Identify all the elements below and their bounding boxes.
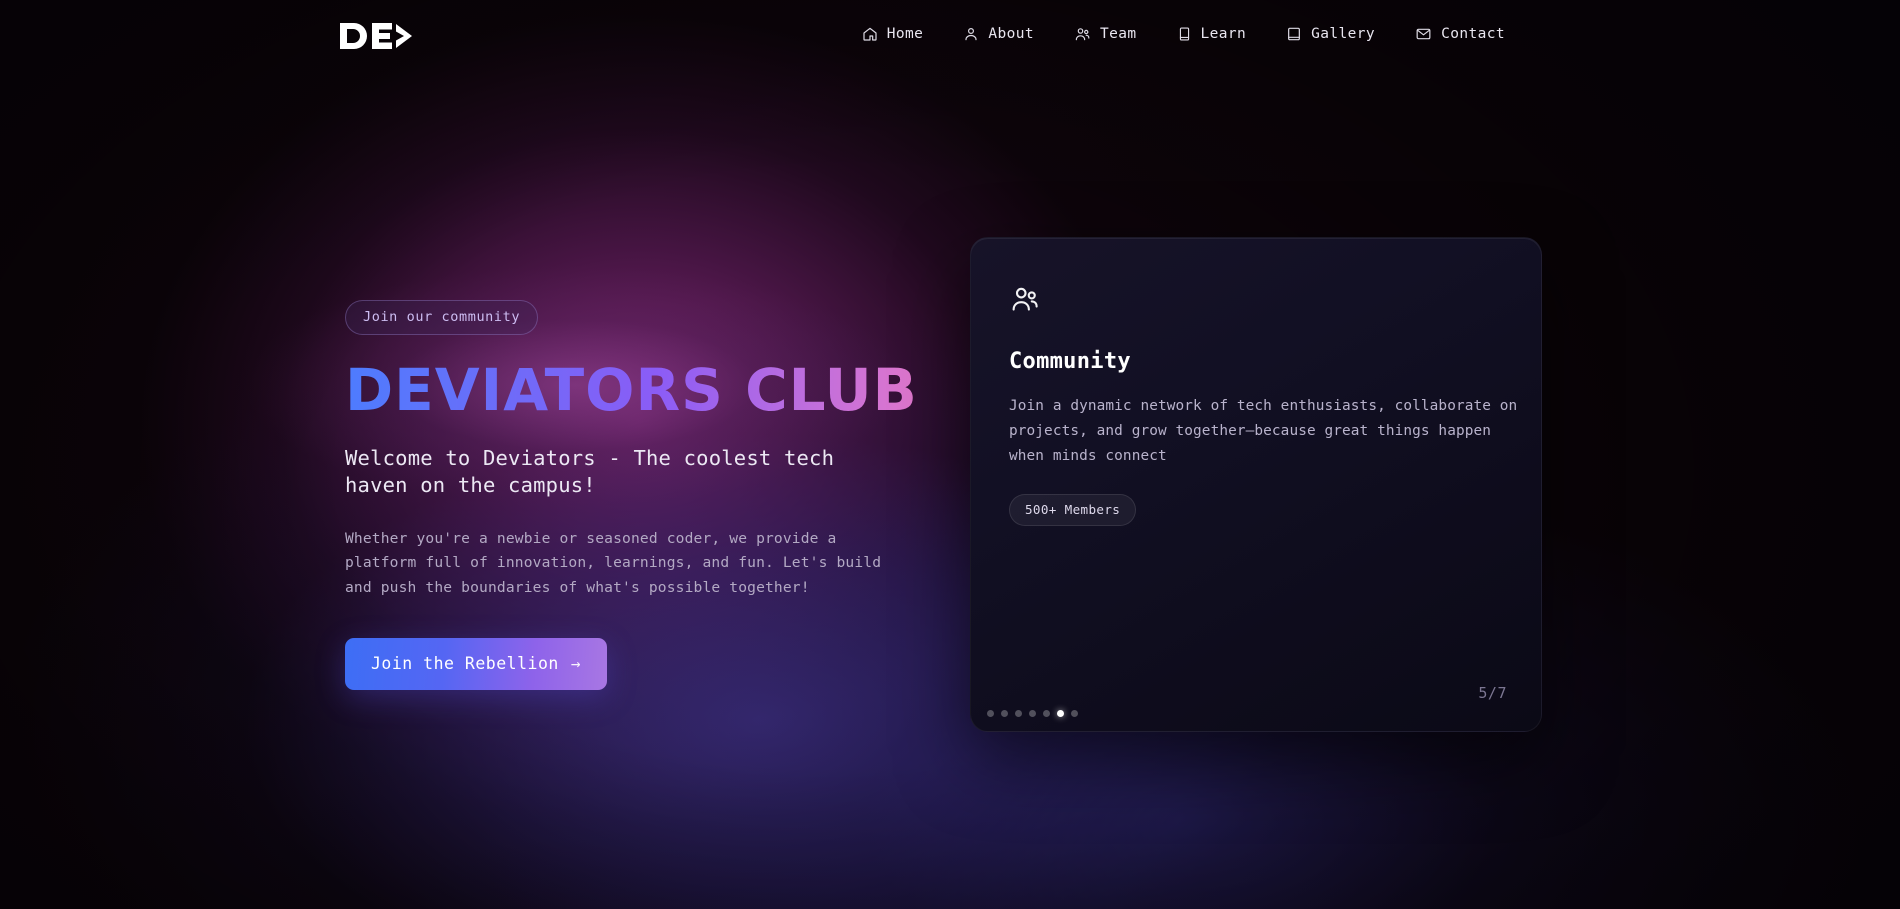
hero-description: Whether you're a newbie or seasoned code… bbox=[345, 530, 882, 596]
carousel-dot[interactable] bbox=[1015, 710, 1022, 717]
hero-subtitle: Welcome to Deviators - The coolest tech … bbox=[345, 446, 835, 498]
nav-item-contact[interactable]: Contact bbox=[1415, 26, 1505, 42]
hero-section: Join our community DEVIATORS CLUB Welcom… bbox=[345, 300, 945, 690]
hero-badge[interactable]: Join our community bbox=[345, 300, 539, 335]
nav-item-team-label: Team bbox=[1099, 26, 1137, 42]
carousel-dots[interactable] bbox=[987, 710, 1078, 717]
background-glow-violet bbox=[0, 0, 1900, 909]
brand-logo[interactable] bbox=[338, 21, 414, 51]
arrow-right-icon: → bbox=[570, 654, 581, 674]
book-icon bbox=[1177, 26, 1192, 42]
nav-item-team[interactable]: Team bbox=[1074, 26, 1137, 42]
main-navigation[interactable]: Home About Team Learn Gallery Contact bbox=[862, 26, 1505, 42]
users-icon bbox=[1009, 284, 1503, 314]
nav-item-gallery-label: Gallery bbox=[1311, 26, 1376, 42]
carousel-dot[interactable] bbox=[1043, 710, 1050, 717]
nav-item-gallery[interactable]: Gallery bbox=[1286, 26, 1375, 42]
page-title: DEVIATORS CLUB bbox=[345, 361, 945, 419]
feature-card-description: Join a dynamic network of tech enthusias… bbox=[1009, 398, 1518, 464]
nav-item-about[interactable]: About bbox=[963, 26, 1034, 42]
background-glow-magenta bbox=[0, 0, 1900, 909]
carousel-dot-active[interactable] bbox=[1057, 710, 1064, 717]
members-count-badge[interactable]: 500+ Members bbox=[1009, 494, 1137, 527]
carousel-counter: 5/7 bbox=[1478, 684, 1507, 702]
join-the-rebellion-button[interactable]: Join the Rebellion → bbox=[345, 637, 607, 690]
background-glow-blue bbox=[0, 0, 1900, 909]
feature-card-body: Community Join a dynamic network of tech… bbox=[971, 238, 1541, 731]
nav-item-learn[interactable]: Learn bbox=[1177, 26, 1247, 42]
nav-item-about-label: About bbox=[988, 26, 1034, 42]
de-chevron-logo-icon bbox=[338, 21, 414, 51]
nav-item-learn-label: Learn bbox=[1200, 26, 1247, 42]
users-icon bbox=[1074, 26, 1091, 42]
cta-label: Join the Rebellion bbox=[371, 654, 559, 674]
carousel-dot[interactable] bbox=[1071, 710, 1078, 717]
background-glow-title bbox=[0, 0, 1900, 909]
nav-item-home[interactable]: Home bbox=[862, 26, 924, 42]
nav-item-home-label: Home bbox=[886, 26, 924, 42]
carousel-dot[interactable] bbox=[1029, 710, 1036, 717]
feature-card-title: Community bbox=[1009, 349, 1131, 374]
home-icon bbox=[862, 26, 878, 42]
background-vignette bbox=[0, 0, 1900, 909]
carousel-dot[interactable] bbox=[987, 710, 994, 717]
mail-icon bbox=[1415, 26, 1432, 42]
site-header: Home About Team Learn Gallery Contact bbox=[0, 0, 1900, 82]
hero-page: Home About Team Learn Gallery Contact Jo… bbox=[0, 0, 1900, 909]
user-icon bbox=[963, 26, 979, 42]
image-frame-icon bbox=[1286, 26, 1302, 42]
feature-card-community[interactable]: Community Join a dynamic network of tech… bbox=[970, 237, 1542, 732]
nav-item-contact-label: Contact bbox=[1441, 26, 1505, 42]
carousel-dot[interactable] bbox=[1001, 710, 1008, 717]
